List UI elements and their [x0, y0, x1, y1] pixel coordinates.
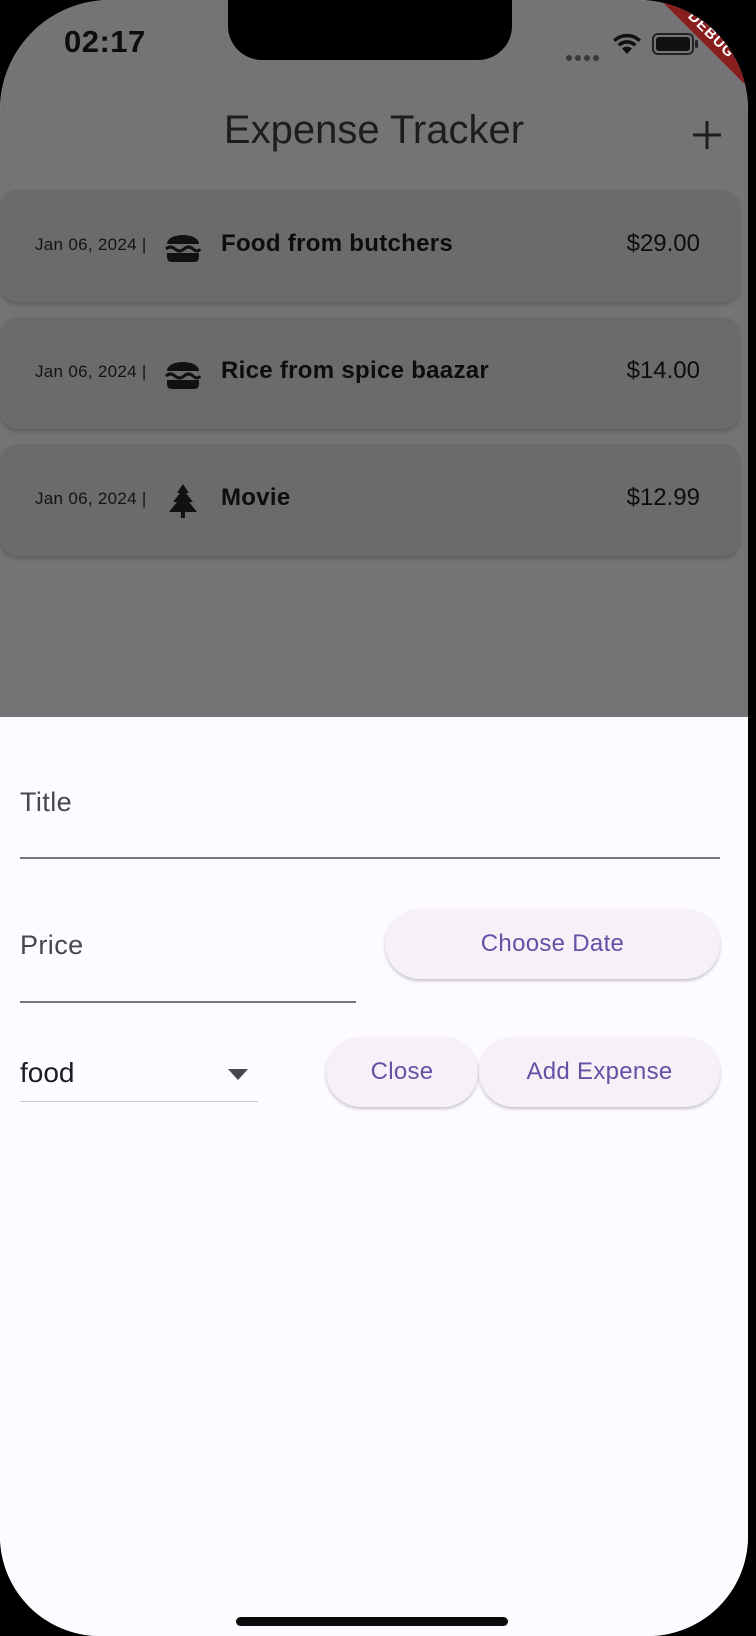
battery-icon: [652, 33, 698, 55]
page-title: Expense Tracker: [223, 108, 525, 152]
expense-date: Jan 06, 2024 |: [35, 362, 147, 381]
title-input[interactable]: [20, 857, 720, 859]
status-time: 02:17: [64, 24, 146, 59]
wifi-icon: [613, 33, 641, 54]
new-expense-sheet: Title Price Choose Date food Close Add E…: [0, 717, 748, 1636]
background-app-scrim[interactable]: 02:17 DEBUG Expense Tracker Jan 06, 2024…: [0, 0, 748, 717]
add-expense-button[interactable]: Add Expense: [479, 1037, 720, 1107]
expense-amount: $14.00: [626, 357, 700, 384]
expense-date: Jan 06, 2024 |: [35, 489, 147, 508]
burger-icon: [165, 362, 202, 389]
device-bezel: [748, 0, 756, 1636]
close-button[interactable]: Close: [326, 1037, 478, 1107]
expense-card[interactable]: Jan 06, 2024 | Rice from spice baazar $1…: [0, 317, 740, 429]
expense-card[interactable]: Jan 06, 2024 | Food from butchers $29.00: [0, 190, 740, 302]
device-notch: [228, 0, 512, 60]
phone-screen: 02:17 DEBUG Expense Tracker Jan 06, 2024…: [0, 0, 748, 1636]
expense-title: Movie: [221, 484, 291, 511]
expense-title: Rice from spice baazar: [221, 357, 490, 384]
category-dropdown[interactable]: [20, 1101, 258, 1102]
dropdown-arrow-icon[interactable]: [228, 1069, 248, 1081]
expense-amount: $29.00: [626, 230, 700, 257]
title-field-label: Title: [20, 787, 73, 817]
price-field-label: Price: [20, 930, 84, 960]
choose-date-button[interactable]: Choose Date: [385, 909, 720, 979]
category-dropdown-value[interactable]: food: [20, 1057, 75, 1089]
add-icon[interactable]: [690, 118, 724, 152]
signal-icon: [566, 48, 602, 61]
expense-card[interactable]: Jan 06, 2024 | Movie $12.99: [0, 444, 740, 556]
tree-icon: [169, 484, 197, 518]
expense-list: Jan 06, 2024 | Food from butchers $29.00…: [0, 190, 740, 571]
expense-date: Jan 06, 2024 |: [35, 235, 147, 254]
expense-amount: $12.99: [626, 484, 700, 511]
status-bar: 02:17: [0, 0, 748, 90]
home-indicator: [236, 1617, 508, 1626]
expense-title: Food from butchers: [221, 230, 454, 257]
burger-icon: [165, 235, 202, 262]
price-input[interactable]: [20, 1001, 356, 1003]
